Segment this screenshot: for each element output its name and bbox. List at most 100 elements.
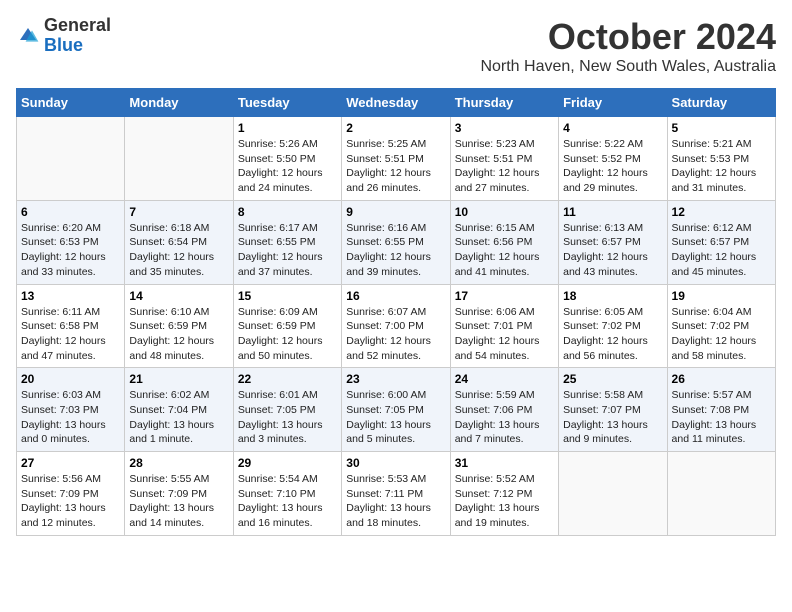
weekday-header-row: SundayMondayTuesdayWednesdayThursdayFrid… [17,89,776,117]
day-detail: Sunrise: 6:13 AMSunset: 6:57 PMDaylight:… [563,221,662,280]
calendar-week-row: 20 Sunrise: 6:03 AMSunset: 7:03 PMDayligh… [17,368,776,452]
day-number: 9 [346,205,445,219]
month-title: October 2024 [480,16,776,58]
logo-blue-text: Blue [44,35,83,55]
day-detail: Sunrise: 6:04 AMSunset: 7:02 PMDaylight:… [672,305,771,364]
title-section: October 2024 North Haven, New South Wale… [480,16,776,76]
calendar-day-cell: 2Sunrise: 5:25 AMSunset: 5:51 PMDaylight… [342,117,450,201]
calendar-body: 1 Sunrise: 5:26 AMSunset: 5:50 PMDaylight… [17,117,776,536]
calendar-day-cell: 21 Sunrise: 6:02 AMSunset: 7:04 PMDayligh… [125,368,233,452]
calendar-day-cell: 20 Sunrise: 6:03 AMSunset: 7:03 PMDayligh… [17,368,125,452]
day-detail: Sunrise: 5:25 AMSunset: 5:51 PMDaylight:… [346,137,445,196]
calendar-day-cell: 29 Sunrise: 5:54 AMSunset: 7:10 PMDayligh… [233,452,341,536]
day-detail: Sunrise: 6:00 AMSunset: 7:05 PMDaylight:… [346,388,445,447]
weekday-header-cell: Tuesday [233,89,341,117]
calendar-day-cell [559,452,667,536]
calendar-day-cell: 23 Sunrise: 6:00 AMSunset: 7:05 PMDayligh… [342,368,450,452]
day-number: 23 [346,372,445,386]
day-number: 5 [672,121,771,135]
calendar-table: SundayMondayTuesdayWednesdayThursdayFrid… [16,88,776,536]
logo-general-text: General [44,15,111,35]
day-number: 19 [672,289,771,303]
calendar-week-row: 6 Sunrise: 6:20 AMSunset: 6:53 PMDaylight… [17,200,776,284]
day-number: 29 [238,456,337,470]
day-number: 1 [238,121,337,135]
calendar-day-cell: 17 Sunrise: 6:06 AMSunset: 7:01 PMDayligh… [450,284,558,368]
day-number: 20 [21,372,120,386]
calendar-day-cell: 27 Sunrise: 5:56 AMSunset: 7:09 PMDayligh… [17,452,125,536]
day-detail: Sunrise: 6:20 AMSunset: 6:53 PMDaylight:… [21,221,120,280]
day-detail: Sunrise: 5:57 AMSunset: 7:08 PMDaylight:… [672,388,771,447]
day-detail: Sunrise: 6:02 AMSunset: 7:04 PMDaylight:… [129,388,228,447]
day-detail: Sunrise: 6:01 AMSunset: 7:05 PMDaylight:… [238,388,337,447]
day-detail: Sunrise: 5:56 AMSunset: 7:09 PMDaylight:… [21,472,120,531]
calendar-day-cell [125,117,233,201]
day-detail: Sunrise: 5:53 AMSunset: 7:11 PMDaylight:… [346,472,445,531]
calendar-day-cell: 18 Sunrise: 6:05 AMSunset: 7:02 PMDayligh… [559,284,667,368]
weekday-header-cell: Wednesday [342,89,450,117]
day-detail: Sunrise: 6:12 AMSunset: 6:57 PMDaylight:… [672,221,771,280]
logo-icon [16,24,40,48]
day-number: 16 [346,289,445,303]
calendar-day-cell: 12 Sunrise: 6:12 AMSunset: 6:57 PMDayligh… [667,200,775,284]
day-detail: Sunrise: 6:16 AMSunset: 6:55 PMDaylight:… [346,221,445,280]
calendar-day-cell: 4 Sunrise: 5:22 AMSunset: 5:52 PMDaylight… [559,117,667,201]
calendar-day-cell: 1 Sunrise: 5:26 AMSunset: 5:50 PMDaylight… [233,117,341,201]
day-detail: Sunrise: 6:18 AMSunset: 6:54 PMDaylight:… [129,221,228,280]
day-detail: Sunrise: 5:52 AMSunset: 7:12 PMDaylight:… [455,472,554,531]
day-detail: Sunrise: 6:05 AMSunset: 7:02 PMDaylight:… [563,305,662,364]
day-detail: Sunrise: 6:06 AMSunset: 7:01 PMDaylight:… [455,305,554,364]
day-number: 31 [455,456,554,470]
calendar-day-cell: 11Sunrise: 6:13 AMSunset: 6:57 PMDayligh… [559,200,667,284]
calendar-day-cell: 16 Sunrise: 6:07 AMSunset: 7:00 PMDayligh… [342,284,450,368]
calendar-day-cell: 13Sunrise: 6:11 AMSunset: 6:58 PMDayligh… [17,284,125,368]
day-number: 26 [672,372,771,386]
day-number: 28 [129,456,228,470]
day-number: 14 [129,289,228,303]
calendar-day-cell: 7 Sunrise: 6:18 AMSunset: 6:54 PMDaylight… [125,200,233,284]
weekday-header-cell: Friday [559,89,667,117]
day-detail: Sunrise: 5:26 AMSunset: 5:50 PMDaylight:… [238,137,337,196]
weekday-header-cell: Thursday [450,89,558,117]
day-number: 24 [455,372,554,386]
calendar-week-row: 1 Sunrise: 5:26 AMSunset: 5:50 PMDaylight… [17,117,776,201]
day-detail: Sunrise: 6:07 AMSunset: 7:00 PMDaylight:… [346,305,445,364]
day-number: 21 [129,372,228,386]
calendar-day-cell: 5 Sunrise: 5:21 AMSunset: 5:53 PMDaylight… [667,117,775,201]
calendar-day-cell: 24Sunrise: 5:59 AMSunset: 7:06 PMDayligh… [450,368,558,452]
calendar-day-cell: 14 Sunrise: 6:10 AMSunset: 6:59 PMDayligh… [125,284,233,368]
day-number: 8 [238,205,337,219]
day-number: 6 [21,205,120,219]
day-number: 12 [672,205,771,219]
day-number: 25 [563,372,662,386]
day-detail: Sunrise: 6:10 AMSunset: 6:59 PMDaylight:… [129,305,228,364]
day-number: 17 [455,289,554,303]
day-number: 27 [21,456,120,470]
calendar-week-row: 27 Sunrise: 5:56 AMSunset: 7:09 PMDayligh… [17,452,776,536]
day-detail: Sunrise: 5:58 AMSunset: 7:07 PMDaylight:… [563,388,662,447]
day-detail: Sunrise: 5:54 AMSunset: 7:10 PMDaylight:… [238,472,337,531]
calendar-day-cell: 22 Sunrise: 6:01 AMSunset: 7:05 PMDayligh… [233,368,341,452]
day-number: 13 [21,289,120,303]
calendar-day-cell: 26 Sunrise: 5:57 AMSunset: 7:08 PMDayligh… [667,368,775,452]
logo: General Blue [16,16,111,56]
day-number: 15 [238,289,337,303]
day-detail: Sunrise: 5:55 AMSunset: 7:09 PMDaylight:… [129,472,228,531]
calendar-week-row: 13Sunrise: 6:11 AMSunset: 6:58 PMDayligh… [17,284,776,368]
weekday-header-cell: Saturday [667,89,775,117]
day-number: 7 [129,205,228,219]
day-detail: Sunrise: 6:03 AMSunset: 7:03 PMDaylight:… [21,388,120,447]
day-number: 3 [455,121,554,135]
weekday-header-cell: Monday [125,89,233,117]
day-number: 4 [563,121,662,135]
day-detail: Sunrise: 5:21 AMSunset: 5:53 PMDaylight:… [672,137,771,196]
day-number: 22 [238,372,337,386]
calendar-day-cell: 31 Sunrise: 5:52 AMSunset: 7:12 PMDayligh… [450,452,558,536]
day-number: 18 [563,289,662,303]
calendar-day-cell: 9 Sunrise: 6:16 AMSunset: 6:55 PMDaylight… [342,200,450,284]
day-detail: Sunrise: 5:23 AMSunset: 5:51 PMDaylight:… [455,137,554,196]
calendar-day-cell [667,452,775,536]
day-detail: Sunrise: 5:22 AMSunset: 5:52 PMDaylight:… [563,137,662,196]
calendar-day-cell: 30Sunrise: 5:53 AMSunset: 7:11 PMDayligh… [342,452,450,536]
calendar-day-cell: 19 Sunrise: 6:04 AMSunset: 7:02 PMDayligh… [667,284,775,368]
